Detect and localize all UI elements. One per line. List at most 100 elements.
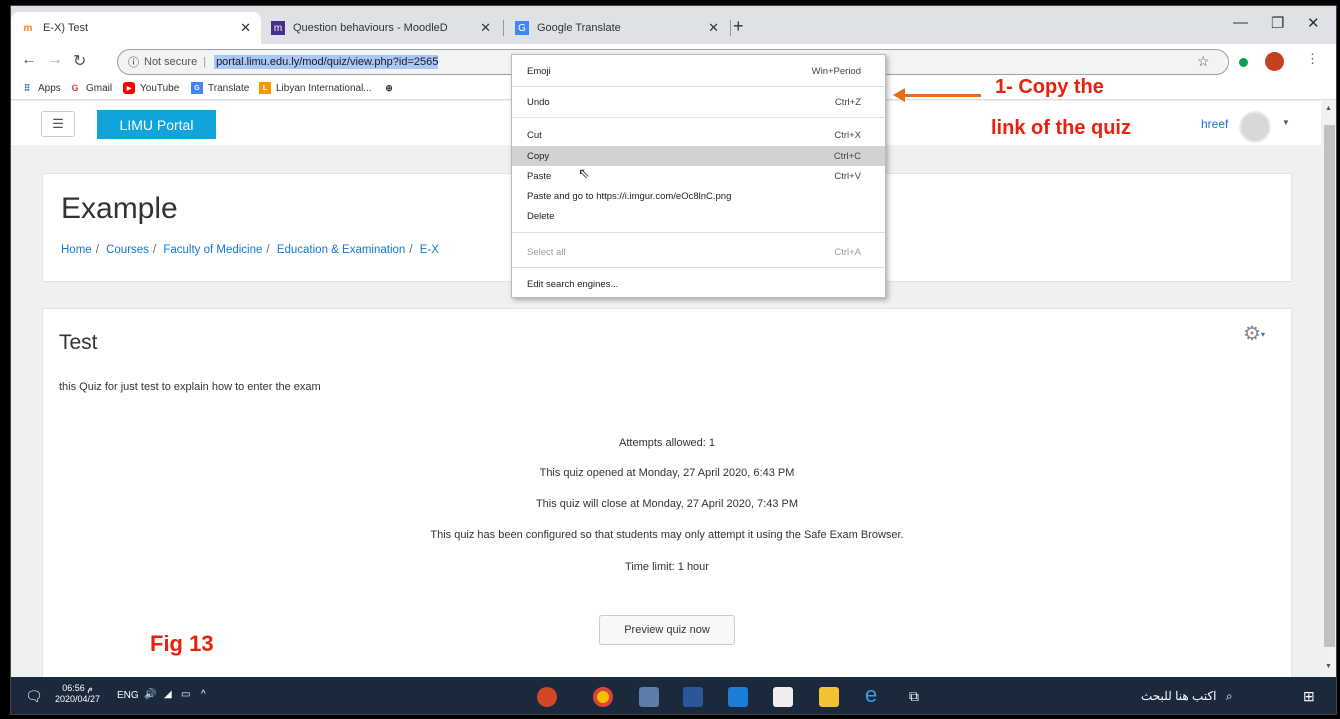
menu-item-undo[interactable]: Undo Ctrl+Z bbox=[512, 92, 885, 112]
user-name[interactable]: hreef bbox=[1201, 117, 1228, 131]
menu-item-select-all[interactable]: Select all Ctrl+A bbox=[512, 242, 885, 262]
clock-time: 06:56 م bbox=[62, 683, 93, 693]
preview-quiz-button[interactable]: Preview quiz now bbox=[599, 615, 735, 645]
info-icon[interactable]: ⓘ bbox=[128, 54, 139, 70]
breadcrumb: Home / Courses / Faculty of Medicine / Educ… bbox=[61, 244, 439, 256]
quiz-close-time: This quiz will close at Monday, 27 April… bbox=[535, 498, 799, 510]
paint-icon[interactable] bbox=[639, 687, 659, 707]
menu-item-emoji[interactable]: Emoji Win+Period bbox=[512, 61, 885, 81]
volume-icon[interactable]: 🔊 bbox=[144, 689, 156, 700]
menu-item-label: Paste bbox=[527, 170, 552, 182]
menu-item-shortcut: Ctrl+A bbox=[834, 246, 861, 258]
tab-question-behaviours[interactable]: m Question behaviours - MoodleD ✕ bbox=[261, 12, 501, 44]
hamburger-menu-icon[interactable]: ☰ bbox=[41, 111, 75, 137]
breadcrumb-education[interactable]: Education & Examination bbox=[277, 244, 406, 256]
brand-logo[interactable]: LIMU Portal bbox=[97, 110, 216, 139]
menu-item-copy[interactable]: Copy Ctrl+C bbox=[512, 146, 885, 166]
profile-icon[interactable] bbox=[1265, 52, 1284, 71]
breadcrumb-home[interactable]: Home bbox=[61, 244, 92, 256]
network-icon[interactable]: ◢ bbox=[164, 689, 172, 700]
quiz-card: Test ⚙▾ this Quiz for just test to expla… bbox=[42, 308, 1292, 677]
apps-grid-icon: ⠿ bbox=[23, 82, 31, 93]
annotation-arrowhead bbox=[893, 88, 905, 102]
extension-icon[interactable] bbox=[1239, 58, 1248, 67]
menu-divider bbox=[512, 267, 885, 268]
menu-item-shortcut: Ctrl+X bbox=[834, 129, 861, 141]
bookmark-label: YouTube bbox=[140, 82, 180, 94]
file-explorer-icon[interactable] bbox=[819, 687, 839, 707]
task-view-icon[interactable]: ⧉ bbox=[909, 688, 919, 705]
time-limit: Time limit: 1 hour bbox=[625, 561, 709, 573]
chevron-up-icon[interactable]: ^ bbox=[201, 689, 206, 700]
menu-item-label: Paste and go to https://i.imgur.com/eOc8… bbox=[527, 190, 732, 202]
gear-icon[interactable]: ⚙▾ bbox=[1243, 321, 1265, 346]
edge-icon[interactable]: e bbox=[865, 682, 877, 708]
windows-start-icon[interactable]: ⊞ bbox=[1303, 688, 1315, 705]
menu-item-label: Undo bbox=[527, 96, 550, 108]
bookmark-star-icon[interactable]: ☆ bbox=[1197, 53, 1210, 70]
bookmark-gmail[interactable]: G Gmail bbox=[69, 82, 112, 94]
breadcrumb-courses[interactable]: Courses bbox=[106, 244, 149, 256]
store-icon[interactable] bbox=[773, 687, 793, 707]
word-icon[interactable] bbox=[683, 687, 703, 707]
page-title: Example bbox=[61, 192, 178, 225]
menu-divider bbox=[512, 117, 885, 118]
bookmark-label: Gmail bbox=[86, 82, 113, 94]
window-close-icon[interactable]: ✕ bbox=[1307, 14, 1320, 32]
menu-item-shortcut: Win+Period bbox=[811, 65, 861, 77]
scroll-thumb[interactable] bbox=[1324, 125, 1335, 647]
menu-item-paste[interactable]: Paste Ctrl+V bbox=[512, 166, 885, 186]
url-text[interactable]: portal.limu.edu.ly/mod/quiz/view.php?id=… bbox=[214, 55, 439, 69]
page-scrollbar[interactable]: ▲ ▼ bbox=[1321, 101, 1336, 677]
bookmark-globe[interactable]: ⊕ bbox=[383, 82, 400, 94]
tab-divider bbox=[730, 20, 731, 36]
reload-icon[interactable]: ↻ bbox=[73, 51, 86, 71]
bookmark-apps[interactable]: ⠿ Apps bbox=[21, 82, 61, 94]
avatar[interactable] bbox=[1239, 111, 1271, 143]
powerpoint-icon[interactable] bbox=[537, 687, 557, 707]
close-tab-icon[interactable]: ✕ bbox=[240, 20, 251, 36]
maximize-icon[interactable]: ❐ bbox=[1271, 14, 1284, 32]
menu-kebab-icon[interactable]: ⋮ bbox=[1306, 51, 1319, 67]
annotation-arrow bbox=[899, 94, 981, 97]
chevron-down-icon[interactable]: ▼ bbox=[1282, 118, 1290, 127]
tab-exam-test[interactable]: m E-X) Test ✕ bbox=[11, 12, 261, 44]
menu-item-shortcut: Ctrl+Z bbox=[834, 96, 861, 108]
scroll-down-icon[interactable]: ▼ bbox=[1325, 663, 1332, 670]
menu-item-paste-and-go[interactable]: Paste and go to https://i.imgur.com/eOc8… bbox=[512, 186, 885, 206]
breadcrumb-faculty[interactable]: Faculty of Medicine bbox=[163, 244, 262, 256]
new-tab-icon[interactable]: + bbox=[733, 16, 744, 37]
tab-google-translate[interactable]: G Google Translate ✕ bbox=[505, 12, 729, 44]
menu-item-shortcut: Ctrl+V bbox=[834, 170, 861, 182]
forward-icon[interactable]: → bbox=[47, 51, 63, 69]
menu-item-cut[interactable]: Cut Ctrl+X bbox=[512, 125, 885, 145]
minimize-icon[interactable]: — bbox=[1233, 14, 1248, 31]
back-icon[interactable]: ← bbox=[21, 51, 37, 69]
bookmark-youtube[interactable]: ▶ YouTube bbox=[123, 82, 179, 94]
breadcrumb-course[interactable]: E-X bbox=[420, 244, 439, 256]
chrome-icon[interactable] bbox=[593, 687, 613, 707]
bookmark-libyan-international[interactable]: L Libyan International... bbox=[259, 82, 372, 94]
battery-icon[interactable]: ▭ bbox=[181, 689, 190, 700]
bookmark-translate[interactable]: G Translate bbox=[191, 82, 249, 94]
menu-item-delete[interactable]: Delete bbox=[512, 206, 885, 226]
taskbar-search[interactable]: اكتب هنا للبحث ⌕ bbox=[1141, 689, 1233, 704]
tab-title: Google Translate bbox=[537, 22, 621, 34]
close-tab-icon[interactable]: ✕ bbox=[708, 20, 719, 36]
scroll-up-icon[interactable]: ▲ bbox=[1325, 105, 1332, 112]
menu-divider bbox=[512, 86, 885, 87]
menu-item-edit-search-engines[interactable]: Edit search engines... bbox=[512, 274, 885, 294]
tab-strip: m E-X) Test ✕ m Question behaviours - Mo… bbox=[11, 6, 1336, 44]
menu-divider bbox=[512, 232, 885, 233]
bookmark-label: Apps bbox=[38, 82, 61, 94]
quiz-title: Test bbox=[59, 331, 98, 354]
mail-icon[interactable] bbox=[728, 687, 748, 707]
translate-icon: G bbox=[191, 82, 203, 94]
menu-item-label: Select all bbox=[527, 246, 566, 258]
close-tab-icon[interactable]: ✕ bbox=[480, 20, 491, 36]
moodle-icon: m bbox=[23, 22, 33, 34]
clock[interactable]: 06:56 م 2020/04/27 bbox=[55, 683, 100, 705]
language-indicator[interactable]: ENG bbox=[117, 690, 139, 701]
caret-down-icon: ▾ bbox=[1260, 330, 1265, 340]
notification-icon[interactable]: 🗨 bbox=[25, 688, 43, 705]
